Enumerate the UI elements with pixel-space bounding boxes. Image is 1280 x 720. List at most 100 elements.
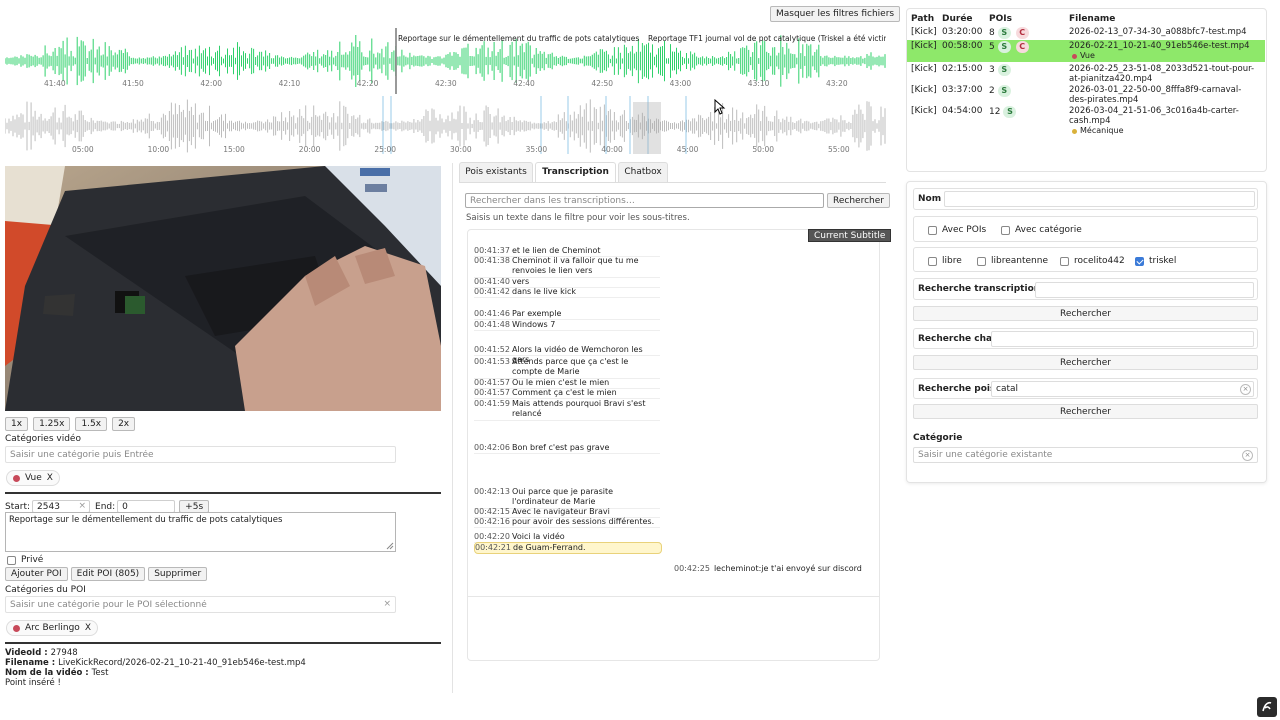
- transcript-text: Comment ça c'est le mien: [512, 388, 617, 397]
- subtitles-badge: S: [1003, 106, 1017, 118]
- transcription-search-button[interactable]: Rechercher: [827, 193, 890, 208]
- user-filter-libreantenne[interactable]: libreantenne: [977, 256, 1048, 266]
- search-chat-button[interactable]: Rechercher: [913, 355, 1258, 370]
- private-checkbox-row[interactable]: Privé: [7, 555, 43, 565]
- chat-input-area[interactable]: [468, 596, 879, 661]
- time-tick-label: 05:00: [72, 145, 94, 154]
- search-chat-input[interactable]: [991, 331, 1254, 347]
- search-pois-input[interactable]: [991, 381, 1254, 397]
- tab-transcription[interactable]: Transcription: [535, 162, 616, 183]
- add-poi-button[interactable]: Ajouter POI: [5, 567, 68, 581]
- clear-category-filter-icon[interactable]: ×: [1242, 450, 1253, 461]
- user-filter-triskel[interactable]: triskel: [1135, 256, 1176, 266]
- time-tick-label: 30:00: [450, 145, 472, 154]
- clear-poi-category-icon[interactable]: ×: [383, 599, 391, 609]
- video-id-label: VideoId: [5, 648, 42, 658]
- transcript-row[interactable]: 00:42:06 Bon bref c'est pas grave: [474, 443, 660, 454]
- search-transcriptions-input[interactable]: [1035, 282, 1254, 298]
- transcript-time: 00:41:53: [474, 357, 510, 366]
- filename-label: Filename: [5, 658, 49, 668]
- speed-button[interactable]: 1x: [5, 417, 29, 431]
- video-name-value: Test: [91, 668, 109, 678]
- user-filter-rocelito442[interactable]: rocelito442: [1060, 256, 1125, 266]
- transcript-row[interactable]: 00:41:42 dans le live kick: [474, 287, 660, 298]
- remove-video-category-button[interactable]: X: [47, 473, 53, 483]
- transcript-text: Bon bref c'est pas grave: [512, 443, 610, 452]
- column-duration[interactable]: Durée: [942, 14, 973, 24]
- poi-marker-label-2[interactable]: Reportage TF1 journal vol de pot catalyt…: [648, 34, 886, 43]
- clear-start-icon[interactable]: ×: [78, 501, 86, 511]
- video-player[interactable]: [5, 166, 441, 411]
- with-category-checkbox[interactable]: [1001, 225, 1010, 235]
- category-filter-input[interactable]: [913, 447, 1258, 463]
- remove-poi-category-button[interactable]: X: [85, 623, 91, 633]
- transcript-row[interactable]: 00:42:13 Oui parce que je parasite l'ordi…: [474, 487, 660, 509]
- with-pois-checkbox[interactable]: [928, 225, 937, 235]
- column-filename[interactable]: Filename: [1069, 14, 1115, 24]
- transcript-row[interactable]: 00:41:53 Attends parce que ça c'est le co…: [474, 357, 660, 379]
- video-frame: [5, 166, 441, 411]
- user-filter-libre[interactable]: libre: [928, 256, 962, 266]
- user-filter-checkbox[interactable]: [977, 256, 986, 266]
- with-pois-label: Avec POIs: [942, 225, 987, 235]
- user-filter-checkbox[interactable]: [1060, 256, 1069, 266]
- transcript-row[interactable]: 00:41:59 Mais attends pourquoi Bravi s'es…: [474, 399, 660, 421]
- transcript-row[interactable]: 00:41:57 Comment ça c'est le mien: [474, 388, 660, 399]
- mask-file-filters-button[interactable]: Masquer les filtres fichiers: [770, 6, 901, 22]
- speed-button[interactable]: 1.5x: [75, 417, 108, 431]
- name-filter-input[interactable]: [944, 191, 1255, 207]
- transcript-row[interactable]: 00:42:21 de Guam-Ferrand.: [474, 542, 662, 554]
- resize-handle-icon[interactable]: [386, 542, 394, 550]
- timeline-waveforms[interactable]: [5, 28, 887, 158]
- subtitles-badge: S: [997, 41, 1011, 53]
- with-category-checkbox-row[interactable]: Avec catégorie: [1001, 225, 1082, 235]
- transcript-time: 00:42:06: [474, 443, 510, 452]
- file-path: [Kick]: [911, 85, 937, 95]
- start-label: Start:: [5, 501, 31, 512]
- file-path: [Kick]: [911, 64, 937, 74]
- file-name: 2026-02-21_10-21-40_91eb546e-test.mp4: [1069, 41, 1250, 51]
- video-category-input[interactable]: [5, 446, 396, 463]
- file-table-row[interactable]: [Kick] 03:37:00 2 S 2026-03-01_22-50-00_8fff…: [907, 84, 1265, 105]
- speed-button[interactable]: 1.25x: [33, 417, 71, 431]
- tab-chatbox[interactable]: Chatbox: [618, 162, 668, 183]
- search-pois-button[interactable]: Rechercher: [913, 404, 1258, 419]
- file-table-row[interactable]: [Kick] 02:15:00 3 S 2026-02-25_23-51-08_2033…: [907, 63, 1265, 84]
- edit-poi-button[interactable]: Edit POI (805): [70, 567, 146, 581]
- clear-pois-search-icon[interactable]: ×: [1240, 384, 1251, 395]
- user-filter-checkbox[interactable]: [1135, 256, 1144, 266]
- private-checkbox[interactable]: [7, 555, 16, 565]
- delete-poi-button[interactable]: Supprimer: [148, 567, 208, 581]
- transcript-time: 00:41:38: [474, 256, 510, 265]
- transcript-row[interactable]: 00:42:16 pour avoir des sessions différen…: [474, 517, 660, 528]
- column-pois[interactable]: POIs: [989, 14, 1012, 24]
- file-table-row[interactable]: [Kick] 04:54:00 12 S 2026-03-04_21-51-06_3c0…: [907, 105, 1265, 135]
- speed-button[interactable]: 2x: [112, 417, 136, 431]
- file-path: [Kick]: [911, 41, 937, 51]
- chat-message-time: 00:42:25: [674, 564, 710, 573]
- file-table-row[interactable]: [Kick] 00:58:00 5 S C 2026-02-21_10-21-40_91e…: [907, 40, 1265, 62]
- app-logo-icon[interactable]: [1257, 697, 1277, 717]
- transcript-row[interactable]: 00:41:46 Par exemple: [474, 309, 660, 320]
- time-tick-label: 41:40: [44, 79, 66, 88]
- transcript-text: de Guam-Ferrand.: [513, 543, 586, 552]
- poi-marker-label-1[interactable]: Reportage sur le démentellement du traff…: [398, 34, 639, 43]
- current-subtitle-button[interactable]: Current Subtitle: [808, 229, 892, 242]
- transcript-row[interactable]: 00:41:38 Cheminot il va falloir que tu me…: [474, 256, 660, 278]
- poi-description-textarea[interactable]: Reportage sur le démentellement du traff…: [5, 512, 396, 552]
- transcript-row[interactable]: 00:41:52 Alors la vidéo de Wemchoron les …: [474, 345, 660, 364]
- name-filter-label: Nom: [918, 194, 942, 204]
- tab-existing-pois[interactable]: Pois existants: [459, 162, 533, 183]
- user-filter-row: libre libreantenne rocelito442 triskel: [913, 247, 1258, 272]
- transcription-search-input[interactable]: [465, 193, 824, 208]
- with-pois-checkbox-row[interactable]: Avec POIs: [928, 225, 986, 235]
- transcript-row[interactable]: 00:41:48 Windows 7: [474, 320, 660, 331]
- transcript-time: 00:41:48: [474, 320, 510, 329]
- file-table-row[interactable]: [Kick] 03:20:00 8 S C 2026-02-13_07-34-30_a08…: [907, 26, 1265, 39]
- column-path[interactable]: Path: [911, 14, 934, 24]
- poi-category-input[interactable]: [5, 596, 396, 613]
- video-category-tag: Vue X: [6, 470, 60, 486]
- search-transcriptions-button[interactable]: Rechercher: [913, 306, 1258, 321]
- viewport-window: [633, 102, 661, 154]
- user-filter-checkbox[interactable]: [928, 256, 937, 266]
